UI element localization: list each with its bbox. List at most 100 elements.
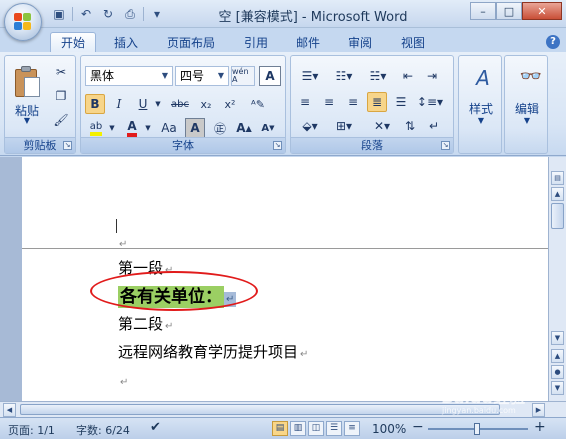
office-button[interactable]: [4, 3, 42, 41]
print-layout-icon[interactable]: ▤: [272, 421, 288, 436]
align-left-icon[interactable]: ≡: [295, 92, 315, 112]
window-controls: – □ ✕: [470, 2, 562, 20]
decrease-indent-icon[interactable]: ⇤: [397, 66, 419, 86]
paste-icon: [13, 65, 41, 99]
clipboard-group: 粘贴 ▼ ✂ ❐ 🖌 剪贴板 ↘: [4, 55, 76, 154]
grow-font-button[interactable]: A ▲: [233, 118, 255, 138]
zoom-level[interactable]: 100%: [372, 422, 406, 436]
borders-icon[interactable]: ⊞▾: [329, 116, 359, 136]
char-border-button[interactable]: A: [259, 66, 281, 86]
draft-icon[interactable]: ≡: [344, 421, 360, 436]
paragraph-4-text: 远程网络教育学历提升项目: [118, 343, 299, 361]
vertical-scrollbar[interactable]: ▤ ▲ ▼ ▲ ● ▼: [548, 157, 566, 401]
multilevel-list-icon[interactable]: ☵▾: [363, 66, 393, 86]
format-painter-icon[interactable]: 🖌: [51, 110, 71, 130]
align-center-icon[interactable]: ≡: [319, 92, 339, 112]
outline-icon[interactable]: ☰: [326, 421, 342, 436]
paragraph-3-text: 第二段: [118, 315, 164, 333]
paragraph-mark: ↵: [120, 377, 129, 388]
vertical-scroll-thumb[interactable]: [551, 203, 564, 229]
tab-mailings[interactable]: 邮件: [288, 32, 328, 52]
char-shading-button[interactable]: A: [185, 118, 205, 138]
vertical-ruler: [0, 157, 22, 401]
ribbon: 粘贴 ▼ ✂ ❐ 🖌 剪贴板 ↘ 黑体 ▼ 四号 ▼ wén A A B I U…: [0, 52, 566, 156]
ribbon-tabs: 开始 插入 页面布局 引用 邮件 审阅 视图 ?: [0, 28, 566, 52]
scroll-right-icon[interactable]: ▶: [532, 403, 545, 417]
chevron-down-icon: ▼: [217, 71, 225, 80]
enclosed-char-icon[interactable]: ㊣: [209, 118, 231, 138]
show-marks-icon[interactable]: ↵: [423, 116, 445, 136]
help-icon[interactable]: ?: [546, 35, 560, 49]
zoom-slider-thumb[interactable]: [474, 423, 480, 435]
maximize-button[interactable]: □: [496, 2, 522, 20]
shading-icon[interactable]: ⬙▾: [295, 116, 325, 136]
close-button[interactable]: ✕: [522, 2, 562, 20]
bold-button[interactable]: B: [85, 94, 105, 114]
change-case-button[interactable]: Aa: [157, 118, 181, 138]
paragraph-launcher-icon[interactable]: ↘: [441, 141, 450, 150]
copy-icon[interactable]: ❐: [51, 86, 71, 106]
page-indicator[interactable]: 页面: 1/1: [8, 422, 55, 438]
subscript-button[interactable]: x₂: [195, 94, 217, 114]
chevron-down-icon[interactable]: ▼: [107, 118, 117, 138]
paragraph-group-label: 段落: [291, 137, 453, 153]
justify-icon[interactable]: ≣: [367, 92, 387, 112]
web-layout-icon[interactable]: ◫: [308, 421, 324, 436]
paste-button[interactable]: 粘贴 ▼: [5, 56, 49, 132]
bullets-icon[interactable]: ☰▾: [295, 66, 325, 86]
shrink-font-button[interactable]: A ▼: [257, 118, 279, 138]
asian-layout-icon[interactable]: ✕▾: [367, 116, 397, 136]
horizontal-scroll-thumb[interactable]: [20, 404, 500, 415]
paragraph-3[interactable]: 第二段 ↵: [118, 313, 173, 334]
paste-dropdown-icon[interactable]: ▼: [9, 116, 45, 125]
underline-button[interactable]: U: [133, 94, 153, 114]
chevron-down-icon[interactable]: ▼: [143, 118, 153, 138]
grow-font-label: A: [236, 121, 246, 135]
tab-references[interactable]: 引用: [236, 32, 276, 52]
phonetic-guide-button[interactable]: wén A: [231, 66, 255, 86]
browse-object-icon[interactable]: ●: [551, 365, 564, 379]
sort-icon[interactable]: ⇅: [399, 116, 421, 136]
tab-page-layout[interactable]: 页面布局: [160, 32, 222, 52]
scroll-down-icon[interactable]: ▼: [551, 331, 564, 345]
italic-button[interactable]: I: [109, 94, 129, 114]
paragraph-4[interactable]: 远程网络教育学历提升项目 ↵: [118, 341, 308, 362]
font-name-select[interactable]: 黑体 ▼: [85, 66, 173, 86]
scroll-up-icon[interactable]: ▲: [551, 187, 564, 201]
numbering-icon[interactable]: ☷▾: [329, 66, 359, 86]
font-color-label: A: [127, 119, 137, 137]
clear-format-icon[interactable]: ᴬ✎: [247, 94, 269, 114]
paragraph-mark: ↵: [165, 321, 174, 332]
increase-indent-icon[interactable]: ⇥: [421, 66, 443, 86]
proofing-icon[interactable]: ✔: [150, 420, 161, 435]
tab-insert[interactable]: 插入: [104, 32, 148, 52]
zoom-out-button[interactable]: −: [412, 419, 424, 435]
editing-group[interactable]: 👓 编辑 ▼: [504, 55, 548, 154]
tab-review[interactable]: 审阅: [340, 32, 380, 52]
align-right-icon[interactable]: ≡: [343, 92, 363, 112]
styles-group[interactable]: A 样式 ▼: [458, 55, 502, 154]
highlight-color-button[interactable]: ab: [85, 118, 107, 138]
ruler-toggle-icon[interactable]: ▤: [551, 171, 564, 185]
zoom-in-button[interactable]: +: [534, 419, 546, 435]
font-size-select[interactable]: 四号 ▼: [175, 66, 229, 86]
next-page-icon[interactable]: ▼: [551, 381, 564, 395]
line-spacing-icon[interactable]: ↕≡▾: [415, 92, 445, 112]
strikethrough-button[interactable]: abc: [167, 94, 193, 114]
chevron-down-icon[interactable]: ▼: [153, 94, 163, 114]
tab-home[interactable]: 开始: [50, 32, 96, 52]
tab-view[interactable]: 视图: [393, 32, 433, 52]
scroll-left-icon[interactable]: ◀: [3, 403, 16, 417]
font-color-button[interactable]: A: [121, 118, 143, 138]
word-count[interactable]: 字数: 6/24: [76, 422, 130, 438]
clipboard-launcher-icon[interactable]: ↘: [63, 141, 72, 150]
office-logo-icon: [14, 13, 32, 31]
cut-icon[interactable]: ✂: [51, 62, 71, 82]
prev-page-icon[interactable]: ▲: [551, 349, 564, 363]
paragraph-5[interactable]: ↵: [118, 371, 128, 389]
superscript-button[interactable]: x²: [219, 94, 241, 114]
font-launcher-icon[interactable]: ↘: [273, 141, 282, 150]
minimize-button[interactable]: –: [470, 2, 496, 20]
distributed-icon[interactable]: ☰: [391, 92, 411, 112]
full-screen-reading-icon[interactable]: ▥: [290, 421, 306, 436]
